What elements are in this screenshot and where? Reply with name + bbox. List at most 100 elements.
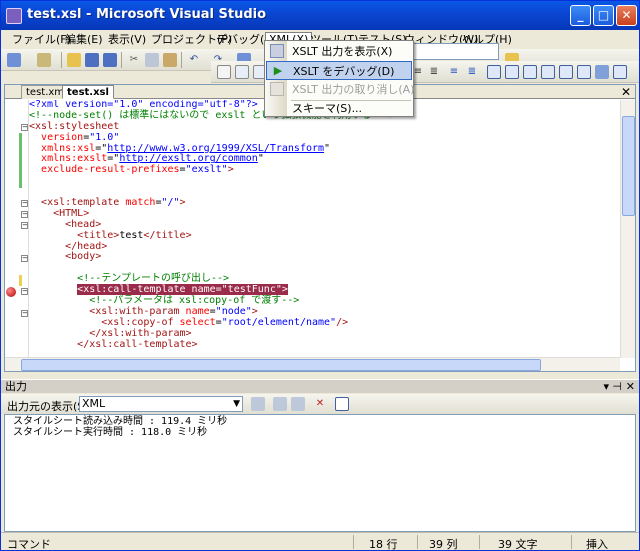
xml-menu-item-cancel-output[interactable]: XSLT 出力の取り消し(A) [266, 80, 414, 99]
xslt-output-icon [270, 44, 284, 58]
find-message-icon[interactable] [251, 397, 265, 411]
output-panel-header[interactable]: 出力 ▾ ⊣ ✕ [1, 379, 639, 393]
clear-all-icon[interactable]: ✕ [313, 397, 327, 411]
cut-icon[interactable]: ✂ [127, 53, 141, 67]
window-title: test.xsl - Microsoft Visual Studio [27, 7, 267, 22]
uncomment-icon[interactable]: ≣ [465, 65, 479, 79]
changed-line-marker [19, 275, 22, 286]
bookmark-icon[interactable] [487, 65, 501, 79]
xml-menu-item-show-output[interactable]: XSLT 出力を表示(X) [266, 42, 412, 61]
save-icon[interactable] [85, 53, 99, 67]
clear-bookmarks-icon[interactable] [577, 65, 591, 79]
code-line[interactable]: <title>test</title> [29, 229, 619, 242]
options-icon[interactable] [613, 65, 627, 79]
code-token: <title> [77, 229, 120, 241]
horizontal-scrollbar[interactable] [5, 357, 620, 371]
status-bar: コマンド 18 行 39 列 39 文字 挿入 [1, 532, 639, 550]
collapse-icon[interactable]: − [21, 255, 28, 262]
code-token: > [179, 197, 186, 209]
breakpoint-icon[interactable] [6, 287, 16, 297]
code-line[interactable]: <xsl:template match="/"> [29, 197, 619, 209]
code-token: exclude-result-prefixes [41, 164, 180, 176]
status-column: 39 列 [429, 538, 458, 551]
code-token: "1.0" [89, 131, 120, 143]
output-text[interactable]: スタイルシート読み込み時間 : 119.4 ミリ秒 スタイルシート実行時間 : 1… [4, 414, 636, 532]
open-folder-icon[interactable] [67, 53, 81, 67]
menu-view[interactable]: 表示(V) [105, 32, 149, 48]
code-token: > [227, 164, 234, 176]
collapse-icon[interactable]: − [21, 222, 28, 229]
code-token: " [324, 142, 331, 154]
close-document-icon[interactable]: ✕ [621, 85, 631, 99]
format-icon[interactable] [595, 65, 609, 79]
output-source-combo[interactable]: XML ▼ [79, 396, 243, 412]
prev-bookmark-folder-icon[interactable] [541, 65, 555, 79]
code-line[interactable]: </head> [29, 240, 619, 253]
paste-icon[interactable] [163, 53, 177, 67]
pin-icon[interactable]: ⊣ [612, 380, 622, 394]
code-line[interactable]: <HTML> [29, 208, 619, 220]
visual-studio-window: test.xsl - Microsoft Visual Studio _ □ ✕… [0, 0, 640, 551]
editor-gutter[interactable]: − − − − − − − [5, 100, 29, 358]
xml-tool-icon-2[interactable] [235, 65, 249, 79]
outdent-icon[interactable]: ≣ [427, 65, 441, 79]
minimize-button[interactable]: _ [570, 5, 591, 26]
copy-icon[interactable] [145, 53, 159, 67]
next-bookmark-folder-icon[interactable] [559, 65, 573, 79]
maximize-button[interactable]: □ [593, 5, 614, 26]
menu-edit[interactable]: 編集(E) [62, 32, 106, 48]
save-all-icon[interactable] [103, 53, 117, 67]
next-message-icon[interactable] [291, 397, 305, 411]
output-panel-title: 出力 [5, 380, 27, 393]
changed-line-marker [19, 177, 22, 188]
collapse-icon[interactable]: − [21, 211, 28, 218]
code-token: <!--パラメータは xsl:copy-of で渡す--> [89, 295, 300, 307]
code-token: <xsl:template [41, 197, 126, 209]
code-text[interactable]: <?xml version="1.0" encoding="utf-8"?> <!… [29, 100, 619, 358]
code-line[interactable]: </xsl:call-template> [29, 339, 619, 351]
code-token: "exslt" [185, 164, 228, 176]
output-line: スタイルシート実行時間 : 118.0 ミリ秒 [13, 427, 208, 438]
comment-icon[interactable]: ≡ [447, 65, 461, 79]
collapse-icon[interactable]: − [21, 310, 28, 317]
prev-bookmark-icon[interactable] [505, 65, 519, 79]
title-bar[interactable]: test.xsl - Microsoft Visual Studio _ □ ✕ [1, 1, 639, 30]
changed-line-marker [19, 144, 22, 155]
panel-menu-icon[interactable]: ▾ [603, 380, 609, 394]
collapse-icon[interactable]: − [21, 288, 28, 295]
tab-test-xsl[interactable]: test.xsl [62, 85, 114, 99]
collapse-icon[interactable]: − [21, 124, 28, 131]
word-wrap-icon[interactable] [335, 397, 349, 411]
add-project-icon[interactable] [7, 53, 21, 67]
code-line[interactable]: exclude-result-prefixes="exslt"> [29, 164, 619, 176]
close-panel-icon[interactable]: ✕ [626, 380, 635, 394]
xml-menu-dropdown: XSLT 出力を表示(X) ▶ XSLT をデバッグ(D) XSLT 出力の取り… [264, 40, 414, 117]
code-token: /> [336, 316, 349, 328]
code-token: "root/element/name" [221, 316, 337, 328]
code-line[interactable] [29, 176, 619, 187]
vertical-scrollbar[interactable] [620, 100, 635, 358]
xml-menu-item-schema[interactable]: スキーマ(S)... [266, 99, 412, 118]
add-item-icon[interactable] [37, 53, 51, 67]
code-token: </head> [65, 240, 108, 252]
prev-message-icon[interactable] [273, 397, 287, 411]
code-token: xmlns:exslt [41, 153, 108, 165]
code-token: xmlns:xsl [41, 142, 96, 154]
xml-tool-icon-1[interactable] [217, 65, 231, 79]
xml-menu-item-debug-xslt[interactable]: ▶ XSLT をデバッグ(D) [266, 61, 412, 80]
collapse-icon[interactable]: − [21, 200, 28, 207]
close-window-button[interactable]: ✕ [616, 5, 637, 26]
solution-config-combo[interactable] [411, 43, 499, 60]
undo-icon[interactable]: ↶ [187, 53, 201, 67]
next-bookmark-icon[interactable] [523, 65, 537, 79]
code-token: > [251, 305, 258, 317]
code-line[interactable]: <body> [29, 252, 619, 263]
